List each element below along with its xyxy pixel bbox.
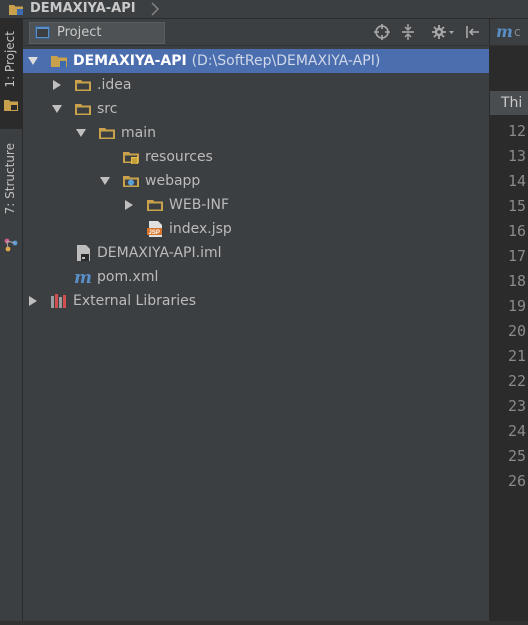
web-folder-icon <box>123 176 139 187</box>
tree-row-iml[interactable]: DEMAXIYA-API.iml <box>23 241 489 265</box>
project-panel: Project DEMAXIYA-API (D:\SoftRep\DEMAXIY… <box>23 19 490 621</box>
editor-info-text: Thi <box>501 95 523 111</box>
editor-info-strip: Thi <box>490 91 528 115</box>
maven-icon: m <box>74 268 92 286</box>
resources-folder-icon <box>123 152 139 164</box>
tree-label: WEB-INF <box>169 197 229 213</box>
bottom-border <box>0 621 528 625</box>
settings-gear-icon[interactable] <box>431 23 455 41</box>
folder-icon <box>147 200 163 211</box>
tree-row-src[interactable]: src <box>23 97 489 121</box>
editor-area: m c Thi 12 13 14 15 16 17 18 19 20 21 22 23 24 25 26 <box>490 19 528 625</box>
tree-row-idea[interactable]: .idea <box>23 73 489 97</box>
expanded-arrow-icon[interactable] <box>52 104 62 114</box>
line-number: 25 <box>507 447 526 465</box>
tree-label: .idea <box>97 77 132 93</box>
tree-row-pom[interactable]: m pom.xml <box>23 265 489 289</box>
libraries-icon <box>51 294 66 308</box>
tree-row-web-inf[interactable]: WEB-INF <box>23 193 489 217</box>
folder-icon <box>75 104 91 115</box>
tree-label: DEMAXIYA-API.iml <box>97 245 222 261</box>
tree-row-resources[interactable]: resources <box>23 145 489 169</box>
tree-row-index-jsp[interactable]: JSP index.jsp <box>23 217 489 241</box>
breadcrumb-project-name[interactable]: DEMAXIYA-API <box>30 1 136 16</box>
collapse-all-icon[interactable] <box>399 23 417 41</box>
line-number: 15 <box>507 197 526 215</box>
tree-label: index.jsp <box>169 221 232 237</box>
svg-text:m: m <box>74 268 92 286</box>
tree-label: main <box>121 125 156 141</box>
view-selector-dropdown[interactable]: Project <box>29 22 165 44</box>
project-icon <box>4 100 18 111</box>
svg-text:JSP: JSP <box>149 230 160 236</box>
folder-icon <box>99 128 115 139</box>
line-number: 24 <box>507 422 526 440</box>
line-number: 13 <box>507 147 526 165</box>
collapsed-arrow-icon[interactable] <box>52 80 62 90</box>
tree-row-project-root[interactable]: DEMAXIYA-API (D:\SoftRep\DEMAXIYA-API) <box>23 49 489 73</box>
tree-row-external-libraries[interactable]: External Libraries <box>23 289 489 313</box>
tree-label: src <box>97 101 118 117</box>
project-path: (D:\SoftRep\DEMAXIYA-API) <box>191 53 381 69</box>
iml-file-icon <box>77 245 90 261</box>
line-number: 26 <box>507 472 526 490</box>
editor-tab[interactable]: m c <box>490 19 528 46</box>
line-number: 22 <box>507 372 526 390</box>
project-view-icon <box>35 26 50 39</box>
tree-label: resources <box>145 149 213 165</box>
scroll-from-source-icon[interactable] <box>373 23 391 41</box>
structure-tool-label: 7: Structure <box>3 143 17 215</box>
collapsed-arrow-icon[interactable] <box>124 200 134 210</box>
project-tool-label: 1: Project <box>3 31 17 88</box>
breadcrumb: DEMAXIYA-API <box>0 0 528 19</box>
module-folder-icon <box>51 56 67 67</box>
maven-icon: m <box>496 22 513 41</box>
folder-icon <box>75 80 91 91</box>
tool-window-stripe: 1: Project 7: Structure <box>0 19 23 625</box>
tree-label: External Libraries <box>73 293 196 309</box>
line-number: 20 <box>507 322 526 340</box>
tree-label: webapp <box>145 173 201 189</box>
line-number: 19 <box>507 297 526 315</box>
line-number: 16 <box>507 222 526 240</box>
tree-row-main[interactable]: main <box>23 121 489 145</box>
line-number: 18 <box>507 272 526 290</box>
project-tool-button[interactable]: 1: Project <box>0 19 22 129</box>
structure-tool-button[interactable]: 7: Structure <box>0 137 22 262</box>
collapsed-arrow-icon[interactable] <box>28 296 38 306</box>
hide-panel-icon[interactable] <box>463 23 481 41</box>
jsp-file-icon: JSP <box>147 221 162 237</box>
line-number: 23 <box>507 397 526 415</box>
line-number: 21 <box>507 347 526 365</box>
expanded-arrow-icon[interactable] <box>28 56 38 66</box>
line-number: 17 <box>507 247 526 265</box>
tree-label: pom.xml <box>97 269 159 285</box>
tree-row-webapp[interactable]: webapp <box>23 169 489 193</box>
expanded-arrow-icon[interactable] <box>100 176 110 186</box>
tree-label-project-root: DEMAXIYA-API (D:\SoftRep\DEMAXIYA-API) <box>73 53 381 69</box>
view-selector-label: Project <box>57 25 102 40</box>
module-folder-icon <box>9 5 23 15</box>
structure-icon <box>4 238 18 252</box>
expanded-arrow-icon[interactable] <box>76 128 86 138</box>
line-number: 14 <box>507 172 526 190</box>
line-number: 12 <box>507 122 526 140</box>
editor-tab-label: c <box>514 25 521 39</box>
chevron-right-icon <box>151 2 159 16</box>
panel-header: Project <box>23 19 489 46</box>
